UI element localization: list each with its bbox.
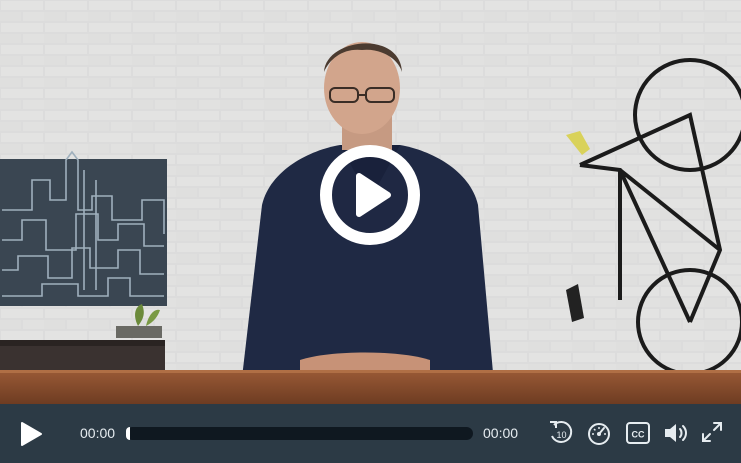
big-play-button[interactable] (320, 145, 420, 245)
duration-time: 00:00 (483, 425, 519, 441)
current-time: 00:00 (80, 425, 116, 441)
playback-speed-button[interactable] (585, 419, 613, 447)
control-bar: 00:00 00:00 10 CC (0, 404, 741, 463)
progress-bar[interactable] (126, 427, 473, 440)
play-icon (21, 422, 42, 446)
play-button[interactable] (18, 420, 44, 448)
fullscreen-button[interactable] (700, 420, 724, 444)
volume-button[interactable] (662, 420, 690, 446)
video-player: 00:00 00:00 10 CC (0, 0, 741, 463)
captions-button[interactable]: CC (625, 420, 651, 446)
playback-speed-icon (588, 423, 610, 445)
volume-icon (665, 424, 687, 442)
rewind-button[interactable]: 10 (547, 419, 575, 447)
closed-captions-icon: CC (626, 422, 650, 444)
play-circle-icon (320, 145, 420, 245)
video-frame[interactable] (0, 0, 741, 404)
captions-label: CC (632, 430, 645, 440)
fullscreen-icon (702, 422, 722, 442)
rewind-seconds-label: 10 (556, 430, 566, 440)
progress-fill (126, 427, 130, 440)
rewind-10-icon: 10 (550, 420, 573, 443)
